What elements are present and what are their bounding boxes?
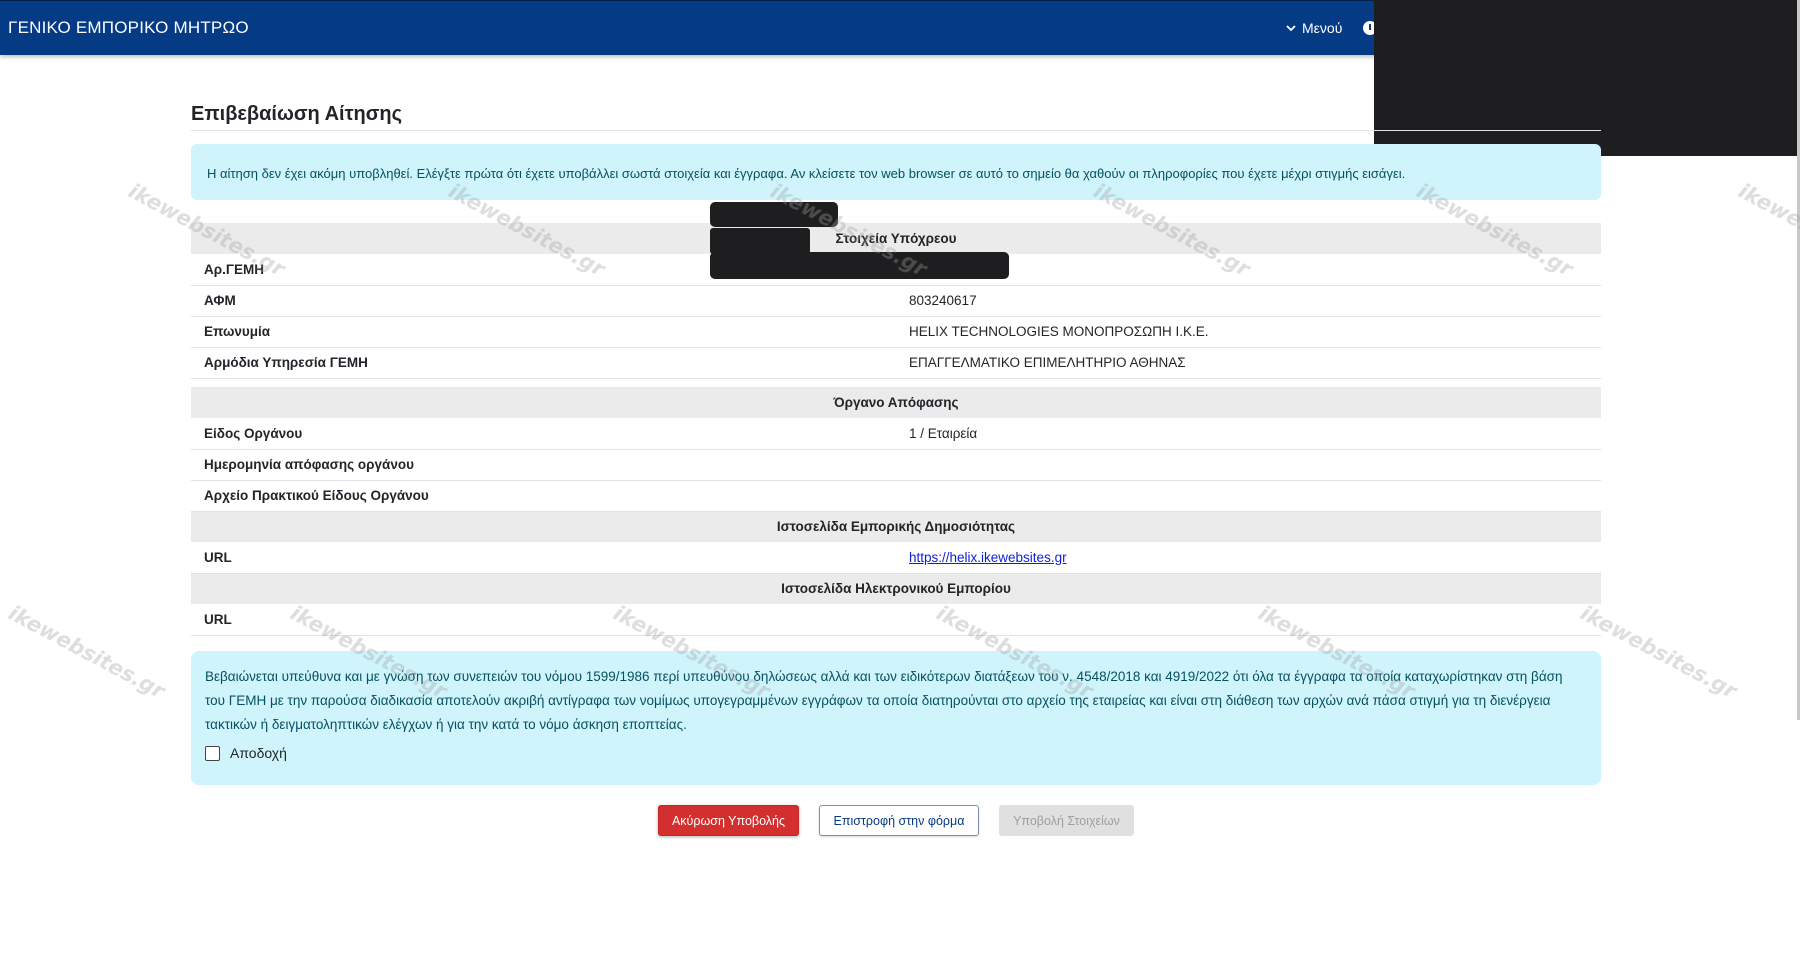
row-label: Αρμόδια Υπηρεσία ΓΕΜΗ bbox=[191, 347, 896, 379]
accept-row: Αποδοχή bbox=[205, 741, 1586, 765]
back-to-form-button[interactable]: Επιστροφή στην φόρμα bbox=[819, 805, 979, 836]
declaration-text: Βεβαιώνεται υπεύθυνα και με γνώση των συ… bbox=[205, 669, 1563, 732]
row-value: HELIX TECHNOLOGIES ΜΟΝΟΠΡΟΣΩΠΗ Ι.Κ.Ε. bbox=[896, 316, 1601, 348]
table-row: URL https://helix.ikewebsites.gr bbox=[191, 542, 1601, 574]
redaction-block bbox=[710, 202, 838, 227]
info-alert: Η αίτηση δεν έχει ακόμη υποβληθεί. Ελέγξ… bbox=[191, 144, 1601, 200]
watermark: ikewebsites.gr bbox=[1734, 178, 1800, 282]
title-divider bbox=[191, 130, 1601, 131]
watermark: ikewebsites.gr bbox=[1576, 600, 1741, 704]
info-alert-text: Η αίτηση δεν έχει ακόμη υποβληθεί. Ελέγξ… bbox=[207, 166, 1406, 181]
table-row: Επωνυμία HELIX TECHNOLOGIES ΜΟΝΟΠΡΟΣΩΠΗ … bbox=[191, 316, 1601, 348]
chevron-down-icon bbox=[1286, 25, 1296, 32]
section-title: Στοιχεία Υπόχρεου bbox=[191, 223, 1601, 254]
menu-label: Μενού bbox=[1302, 20, 1343, 36]
cancel-submission-button[interactable]: Ακύρωση Υποβολής bbox=[658, 805, 799, 836]
table-row: URL bbox=[191, 604, 1601, 636]
section-spacer bbox=[191, 378, 1601, 387]
table-row: Ημερομηνία απόφασης οργάνου bbox=[191, 449, 1601, 481]
publicity-url-link[interactable]: https://helix.ikewebsites.gr bbox=[909, 550, 1067, 565]
row-value bbox=[896, 480, 1601, 512]
row-value: ΕΠΑΓΓΕΛΜΑΤΙΚΟ ΕΠΙΜΕΛΗΤΗΡΙΟ ΑΘΗΝΑΣ bbox=[896, 347, 1601, 379]
redaction-block bbox=[1374, 0, 1800, 156]
summary-table: Στοιχεία Υπόχρεου Αρ.ΓΕΜΗ ΑΦΜ 803240617 … bbox=[191, 223, 1601, 636]
row-value: 1 / Εταιρεία bbox=[896, 418, 1601, 450]
row-label: Είδος Οργάνου bbox=[191, 418, 896, 450]
row-label: ΑΦΜ bbox=[191, 285, 896, 317]
row-label: URL bbox=[191, 604, 896, 636]
table-row: Είδος Οργάνου 1 / Εταιρεία bbox=[191, 418, 1601, 450]
row-value: https://helix.ikewebsites.gr bbox=[896, 542, 1601, 574]
section-header-obligor: Στοιχεία Υπόχρεου bbox=[191, 223, 1601, 254]
section-header-eshop-site: Ιστοσελίδα Ηλεκτρονικού Εμπορίου bbox=[191, 573, 1601, 604]
watermark: ikewebsites.gr bbox=[4, 600, 169, 704]
table-row: Αρμόδια Υπηρεσία ΓΕΜΗ ΕΠΑΓΓΕΛΜΑΤΙΚΟ ΕΠΙΜ… bbox=[191, 347, 1601, 379]
page-title: Επιβεβαίωση Αίτησης bbox=[191, 103, 403, 125]
app-brand[interactable]: ΓΕΝΙΚΟ ΕΜΠΟΡΙΚΟ ΜΗΤΡΩΟ bbox=[8, 18, 249, 38]
menu-dropdown[interactable]: Μενού bbox=[1285, 20, 1342, 36]
section-title: Ιστοσελίδα Εμπορικής Δημοσιότητας bbox=[191, 511, 1601, 542]
table-row: Αρχείο Πρακτικού Είδους Οργάνου bbox=[191, 480, 1601, 512]
submit-data-button[interactable]: Υποβολή Στοιχείων bbox=[999, 805, 1134, 836]
section-title: Όργανο Απόφασης bbox=[191, 387, 1601, 418]
section-header-publicity-site: Ιστοσελίδα Εμπορικής Δημοσιότητας bbox=[191, 511, 1601, 542]
redaction-block bbox=[710, 252, 1009, 279]
redaction-block bbox=[710, 228, 810, 254]
accept-label[interactable]: Αποδοχή bbox=[230, 741, 287, 765]
accept-checkbox[interactable] bbox=[205, 745, 220, 761]
row-value: 803240617 bbox=[896, 285, 1601, 317]
declaration-alert: Βεβαιώνεται υπεύθυνα και με γνώση των συ… bbox=[191, 651, 1601, 785]
row-value bbox=[896, 604, 1601, 636]
row-label: URL bbox=[191, 542, 896, 574]
table-row: ΑΦΜ 803240617 bbox=[191, 285, 1601, 317]
section-title: Ιστοσελίδα Ηλεκτρονικού Εμπορίου bbox=[191, 573, 1601, 604]
row-label: Αρχείο Πρακτικού Είδους Οργάνου bbox=[191, 480, 896, 512]
row-label: Ημερομηνία απόφασης οργάνου bbox=[191, 449, 896, 481]
row-label: Επωνυμία bbox=[191, 316, 896, 348]
row-value bbox=[896, 449, 1601, 481]
section-header-decision-body: Όργανο Απόφασης bbox=[191, 387, 1601, 418]
